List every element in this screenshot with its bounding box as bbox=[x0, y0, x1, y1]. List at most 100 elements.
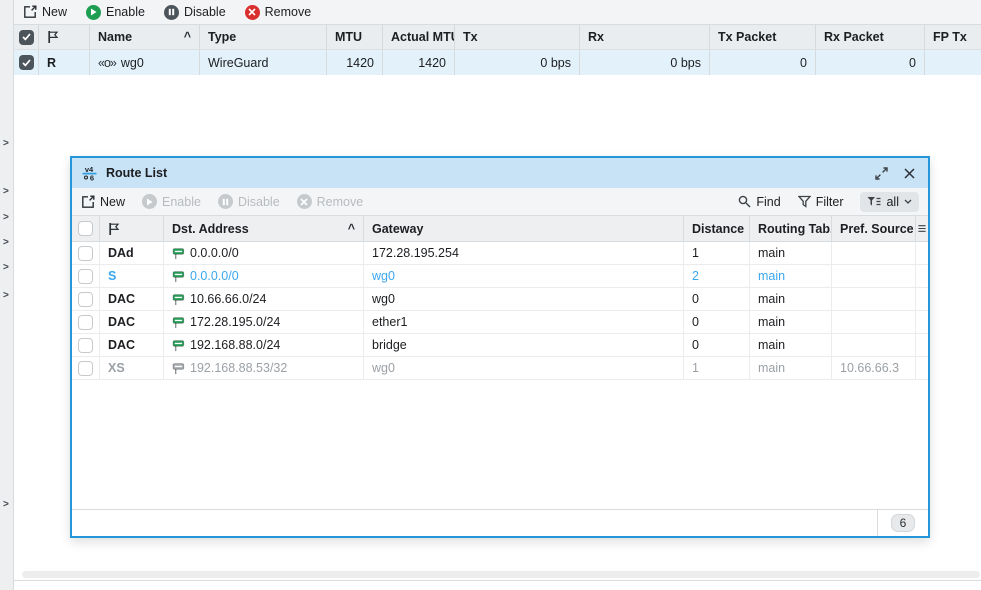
restore-window-button[interactable] bbox=[871, 163, 891, 183]
route-list-footer: 6 bbox=[72, 509, 928, 536]
column-label: Routing Tab... bbox=[758, 221, 831, 236]
select-all-checkbox[interactable] bbox=[18, 29, 34, 45]
route-routing-table-cell: main bbox=[750, 334, 832, 356]
route-list-icon: v4 6 bbox=[81, 165, 98, 182]
route-checkbox[interactable] bbox=[78, 337, 93, 353]
horizontal-scrollbar[interactable] bbox=[22, 571, 980, 578]
route-gateway-cell: bridge bbox=[364, 334, 684, 356]
route-dst-cell: 192.168.88.53/32 bbox=[164, 357, 364, 379]
route-distance-cell: 1 bbox=[684, 357, 750, 379]
remove-route-button[interactable]: Remove bbox=[296, 194, 364, 209]
remove-route-label: Remove bbox=[316, 194, 364, 209]
column-header-routing-table[interactable]: Routing Tab... bbox=[750, 216, 832, 241]
webfig-screen: > > > > > > > New Enable Disable Remove … bbox=[0, 0, 981, 590]
route-table-header: Dst. Address ^ Gateway Distance Routing … bbox=[72, 216, 928, 242]
column-header-rx[interactable]: Rx bbox=[580, 25, 710, 49]
route-checkbox[interactable] bbox=[78, 268, 93, 284]
filter-scope-dropdown[interactable]: all bbox=[860, 191, 919, 212]
column-header-dst-address[interactable]: Dst. Address ^ bbox=[164, 216, 364, 241]
column-label: Type bbox=[208, 30, 237, 44]
column-header-pref-source[interactable]: Pref. Source bbox=[832, 216, 916, 241]
column-header-route-flags[interactable] bbox=[100, 216, 164, 241]
column-header-tx-packet[interactable]: Tx Packet bbox=[710, 25, 816, 49]
column-label: Name bbox=[98, 30, 133, 44]
route-row[interactable]: DAC 192.168.88.0/24 bridge 0 main bbox=[72, 334, 928, 357]
find-label: Find bbox=[756, 194, 781, 209]
select-all-routes-checkbox[interactable] bbox=[78, 221, 93, 236]
bottom-divider bbox=[14, 580, 981, 581]
sidebar-expand-chevron[interactable]: > bbox=[3, 139, 9, 149]
column-header-tx[interactable]: Tx bbox=[455, 25, 580, 49]
new-route-button[interactable]: New bbox=[81, 195, 125, 209]
find-button[interactable]: Find bbox=[738, 194, 781, 209]
disable-button[interactable]: Disable bbox=[163, 4, 226, 20]
new-window-icon bbox=[81, 195, 95, 209]
filter-button[interactable]: Filter bbox=[797, 195, 843, 209]
x-icon bbox=[296, 194, 312, 209]
route-pref-source-cell bbox=[832, 311, 916, 333]
route-routing-table-cell: main bbox=[750, 311, 832, 333]
column-header-rx-packet[interactable]: Rx Packet bbox=[816, 25, 925, 49]
route-dst-cell: 10.66.66.0/24 bbox=[164, 288, 364, 310]
sort-ascending-icon: ^ bbox=[347, 221, 355, 236]
filter-scope-value: all bbox=[886, 194, 899, 209]
column-header-gateway[interactable]: Gateway bbox=[364, 216, 684, 241]
route-checkbox[interactable] bbox=[78, 291, 93, 307]
disable-route-label: Disable bbox=[237, 194, 280, 209]
route-checkbox[interactable] bbox=[78, 360, 93, 376]
route-sign-icon bbox=[172, 339, 185, 352]
enable-button[interactable]: Enable bbox=[86, 4, 145, 20]
remove-button-label: Remove bbox=[264, 5, 312, 19]
route-dst-cell: 0.0.0.0/0 bbox=[164, 242, 364, 264]
interface-actual-mtu-cell: 1420 bbox=[383, 50, 455, 75]
column-header-fp-tx[interactable]: FP Tx bbox=[925, 25, 981, 49]
column-header-type[interactable]: Type bbox=[200, 25, 327, 49]
interface-row-wg0[interactable]: R «o» wg0 WireGuard 1420 1420 0 bps 0 bp… bbox=[14, 50, 981, 75]
column-header-flags[interactable] bbox=[39, 25, 90, 49]
route-gateway-cell: wg0 bbox=[364, 288, 684, 310]
interface-fp-tx-cell bbox=[925, 50, 981, 75]
disable-route-button[interactable]: Disable bbox=[217, 194, 280, 209]
route-row[interactable]: DAC 172.28.195.0/24 ether1 0 main bbox=[72, 311, 928, 334]
route-pref-source-cell: 10.66.66.3 bbox=[832, 357, 916, 379]
close-window-button[interactable] bbox=[899, 163, 919, 183]
route-checkbox[interactable] bbox=[78, 314, 93, 330]
route-row[interactable]: XS 192.168.88.53/32 wg0 1 main 10.66.66.… bbox=[72, 357, 928, 380]
sidebar-expand-chevron[interactable]: > bbox=[3, 238, 9, 248]
route-routing-table-cell: main bbox=[750, 357, 832, 379]
column-header-name[interactable]: Name ^ bbox=[90, 25, 200, 49]
column-label: Tx Packet bbox=[718, 30, 777, 44]
route-distance-cell: 0 bbox=[684, 334, 750, 356]
sidebar-expand-chevron[interactable]: > bbox=[3, 263, 9, 273]
column-label: Pref. Source bbox=[840, 221, 914, 236]
route-flags-cell: XS bbox=[100, 357, 164, 379]
route-routing-table-cell: main bbox=[750, 288, 832, 310]
column-settings-button[interactable] bbox=[916, 216, 928, 241]
route-checkbox[interactable] bbox=[78, 245, 93, 261]
sidebar-expand-chevron[interactable]: > bbox=[3, 187, 9, 197]
flag-icon bbox=[108, 222, 120, 236]
route-row[interactable]: DAd 0.0.0.0/0 172.28.195.254 1 main bbox=[72, 242, 928, 265]
route-row[interactable]: S 0.0.0.0/0 wg0 2 main bbox=[72, 265, 928, 288]
route-sign-icon bbox=[172, 247, 185, 260]
row-checkbox[interactable] bbox=[18, 55, 34, 70]
column-header-mtu[interactable]: MTU bbox=[327, 25, 383, 49]
x-icon bbox=[244, 4, 260, 20]
column-header-distance[interactable]: Distance bbox=[684, 216, 750, 241]
route-flags-cell: DAC bbox=[100, 311, 164, 333]
interface-icon: «o» bbox=[98, 55, 117, 70]
remove-button[interactable]: Remove bbox=[244, 4, 312, 20]
new-button[interactable]: New bbox=[23, 5, 67, 19]
interface-rx-cell: 0 bps bbox=[580, 50, 710, 75]
column-header-actual-mtu[interactable]: Actual MTU bbox=[383, 25, 455, 49]
sidebar-expand-chevron[interactable]: > bbox=[3, 291, 9, 301]
route-sign-icon bbox=[172, 362, 185, 375]
select-all-checkbox-cell bbox=[14, 25, 39, 49]
enable-route-button[interactable]: Enable bbox=[142, 194, 201, 209]
route-gateway-cell: wg0 bbox=[364, 357, 684, 379]
sidebar-expand-chevron[interactable]: > bbox=[3, 500, 9, 510]
sidebar-expand-chevron[interactable]: > bbox=[3, 213, 9, 223]
route-list-titlebar[interactable]: v4 6 Route List bbox=[72, 158, 928, 188]
route-dst-cell: 172.28.195.0/24 bbox=[164, 311, 364, 333]
route-row[interactable]: DAC 10.66.66.0/24 wg0 0 main bbox=[72, 288, 928, 311]
